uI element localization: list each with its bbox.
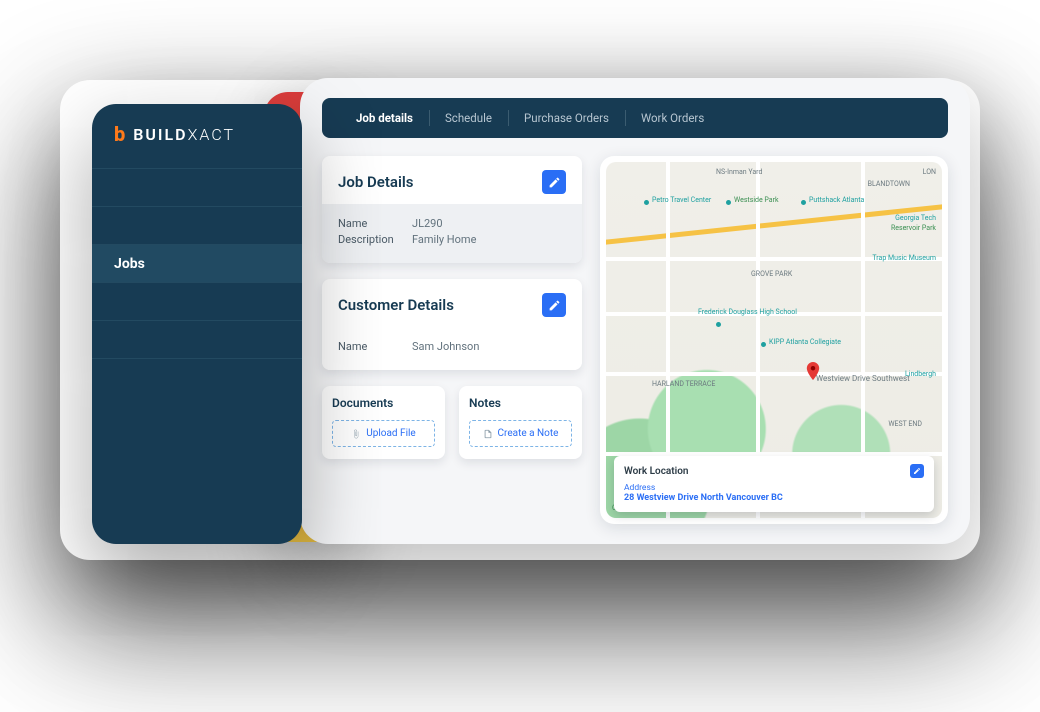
address-label: Address <box>624 483 924 493</box>
job-desc-value: Family Home <box>412 233 476 246</box>
sidebar-item[interactable] <box>92 320 302 358</box>
pencil-icon <box>913 467 921 475</box>
map-label: Petro Travel Center <box>652 196 711 204</box>
tab-work-orders[interactable]: Work Orders <box>625 111 720 125</box>
sidebar-item-label: Jobs <box>114 256 145 272</box>
map-card: NS-Inman Yard BLANDTOWN Petro Travel Cen… <box>600 156 948 524</box>
notes-card: Notes Create a Note <box>459 386 582 459</box>
map-label: Lindbergh <box>905 370 936 378</box>
edit-customer-button[interactable] <box>542 293 566 317</box>
map-label: KIPP Atlanta Collegiate <box>769 338 841 346</box>
map-label: Westside Park <box>734 196 779 204</box>
map-label: HARLAND TERRACE <box>652 380 715 388</box>
tab-purchase-orders[interactable]: Purchase Orders <box>508 111 625 125</box>
tab-schedule[interactable]: Schedule <box>429 111 508 125</box>
sidebar-item[interactable] <box>92 358 302 396</box>
job-desc-label: Description <box>338 233 400 246</box>
sidebar-item[interactable] <box>92 168 302 206</box>
map-label: Georgia Tech <box>895 214 936 222</box>
map-label: WEST END <box>888 420 922 428</box>
create-note-label: Create a Note <box>498 428 559 439</box>
pencil-icon <box>548 176 561 189</box>
map-label: GROVE PARK <box>751 270 792 278</box>
brand-suffix: XACT <box>188 125 235 144</box>
edit-job-details-button[interactable] <box>542 170 566 194</box>
work-location-card: Work Location Address 28 Westview Drive … <box>614 456 934 512</box>
sidebar: b BUILDXACT Jobs <box>92 104 302 544</box>
customer-details-card: Customer Details Name Sam Johnson <box>322 279 582 370</box>
sidebar-item[interactable] <box>92 206 302 244</box>
brand-logo: b BUILDXACT <box>92 104 302 168</box>
job-name-label: Name <box>338 217 400 230</box>
main-panel: Job details Schedule Purchase Orders Wor… <box>300 78 970 544</box>
tab-bar: Job details Schedule Purchase Orders Wor… <box>322 98 948 138</box>
map-label: Reservoir Park <box>891 224 936 232</box>
job-details-card: Job Details Name JL290 Description Family … <box>322 156 582 263</box>
note-icon <box>483 429 493 439</box>
map-label: Frederick Douglass High School <box>698 308 797 316</box>
paperclip-icon <box>351 429 361 439</box>
sidebar-item-jobs[interactable]: Jobs <box>92 244 302 282</box>
map-label: Puttshack Atlanta <box>809 196 864 204</box>
map-label: LON <box>923 168 936 176</box>
job-details-title: Job Details <box>338 173 413 191</box>
map-label: NS-Inman Yard <box>716 168 762 176</box>
map-label: Trap Music Museum <box>872 254 936 262</box>
logo-mark-icon: b <box>114 124 127 144</box>
documents-card: Documents Upload File <box>322 386 445 459</box>
upload-file-button[interactable]: Upload File <box>332 420 435 447</box>
map-label: BLANDTOWN <box>868 180 910 188</box>
sidebar-item[interactable] <box>92 282 302 320</box>
job-name-value: JL290 <box>412 217 443 230</box>
pencil-icon <box>548 299 561 312</box>
upload-file-label: Upload File <box>366 428 416 439</box>
map-pin-icon <box>806 362 820 376</box>
customer-details-title: Customer Details <box>338 296 454 314</box>
map-label: Westview Drive Southwest <box>816 374 910 383</box>
edit-work-location-button[interactable] <box>910 464 924 478</box>
documents-title: Documents <box>332 396 435 410</box>
notes-title: Notes <box>469 396 572 410</box>
address-value[interactable]: 28 Westview Drive North Vancouver BC <box>624 493 924 503</box>
work-location-title: Work Location <box>624 466 689 477</box>
customer-name-value: Sam Johnson <box>412 340 479 353</box>
brand-prefix: BUILD <box>133 125 187 144</box>
customer-name-label: Name <box>338 340 400 353</box>
create-note-button[interactable]: Create a Note <box>469 420 572 447</box>
tab-job-details[interactable]: Job details <box>340 111 429 125</box>
